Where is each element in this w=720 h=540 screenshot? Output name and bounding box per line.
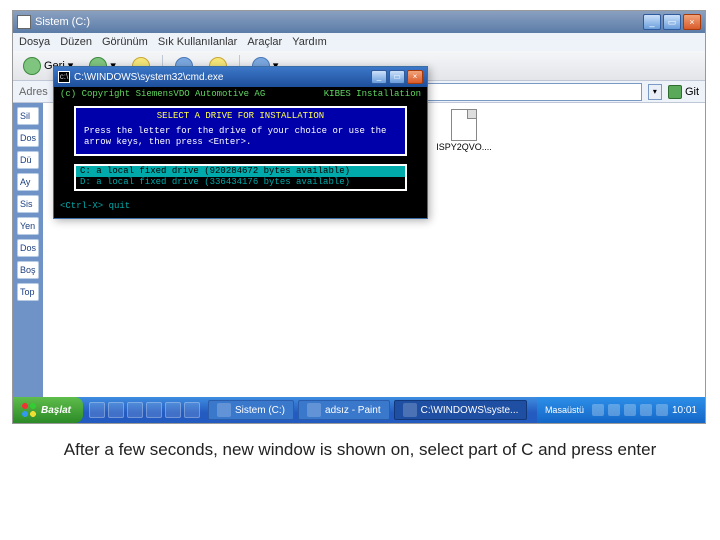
taskbar-task[interactable]: Sistem (C:) [208, 400, 294, 420]
cmd-minimize-button[interactable]: _ [371, 70, 387, 84]
address-label: Adres [19, 86, 48, 98]
go-icon [668, 85, 682, 99]
cmd-copyright: (c) Copyright SiemensVDO Automotive AG [60, 89, 265, 100]
ql-icon[interactable] [184, 402, 200, 418]
close-button[interactable]: × [683, 14, 701, 30]
cmd-window: c:\ C:\WINDOWS\system32\cmd.exe _ ▭ × (c… [53, 66, 428, 219]
xp-screenshot: Sistem (C:) _ ▭ × Dosya Düzen Görünüm Sı… [12, 10, 706, 424]
ql-icon[interactable] [108, 402, 124, 418]
task-item[interactable]: Dos [17, 239, 39, 257]
cmd-footer: <Ctrl-X> quit [56, 201, 425, 216]
slide-caption: After a few seconds, new window is shown… [0, 440, 720, 460]
go-button[interactable]: Git [668, 85, 699, 99]
item-label: ISPY2QVO.... [434, 143, 494, 153]
task-item[interactable]: Top [17, 283, 39, 301]
install-dialog: SELECT A DRIVE FOR INSTALLATION Press th… [74, 106, 407, 156]
tray-icon[interactable] [592, 404, 604, 416]
ql-icon[interactable] [127, 402, 143, 418]
taskbar-task[interactable]: adsız - Paint [298, 400, 390, 420]
back-icon [23, 57, 41, 75]
dialog-title: SELECT A DRIVE FOR INSTALLATION [84, 111, 397, 122]
task-icon [217, 403, 231, 417]
clock[interactable]: 10:01 [672, 405, 697, 416]
ql-icon[interactable] [165, 402, 181, 418]
drive-icon [17, 15, 31, 29]
cmd-title: C:\WINDOWS\system32\cmd.exe [74, 72, 369, 83]
menu-view[interactable]: Görünüm [102, 36, 148, 48]
ql-icon[interactable] [89, 402, 105, 418]
explorer-titlebar: Sistem (C:) _ ▭ × [13, 11, 705, 33]
cmd-brand: KIBES Installation [324, 89, 421, 100]
tray-icon[interactable] [608, 404, 620, 416]
task-icon [403, 403, 417, 417]
address-dropdown[interactable]: ▾ [648, 84, 662, 100]
explorer-title: Sistem (C:) [35, 16, 641, 28]
cmd-titlebar[interactable]: c:\ C:\WINDOWS\system32\cmd.exe _ ▭ × [54, 67, 427, 87]
taskbar: Başlat Sistem (C:)adsız - PaintC:\WINDOW… [13, 397, 705, 423]
dialog-text: Press the letter for the drive of your c… [84, 126, 397, 149]
cmd-icon: c:\ [58, 71, 70, 83]
menu-file[interactable]: Dosya [19, 36, 50, 48]
tray-icon[interactable] [624, 404, 636, 416]
drive-list[interactable]: C: a local fixed drive (920284672 bytes … [74, 164, 407, 191]
quick-launch [83, 402, 206, 418]
tray-icon[interactable] [640, 404, 652, 416]
task-item[interactable]: Sil [17, 107, 39, 125]
task-item[interactable]: Ay [17, 173, 39, 191]
minimize-button[interactable]: _ [643, 14, 661, 30]
task-icon [307, 403, 321, 417]
tray-icon[interactable] [656, 404, 668, 416]
drive-c-selected[interactable]: C: a local fixed drive (920284672 bytes … [76, 166, 405, 177]
start-button[interactable]: Başlat [13, 397, 83, 423]
menu-tools[interactable]: Araçlar [247, 36, 282, 48]
maximize-button[interactable]: ▭ [663, 14, 681, 30]
cmd-body: (c) Copyright SiemensVDO Automotive AG K… [54, 87, 427, 218]
task-item[interactable]: Dos [17, 129, 39, 147]
menu-edit[interactable]: Düzen [60, 36, 92, 48]
drive-d[interactable]: D: a local fixed drive (336434176 bytes … [76, 177, 405, 188]
menu-favorites[interactable]: Sık Kullanılanlar [158, 36, 238, 48]
ql-icon[interactable] [146, 402, 162, 418]
file-icon [451, 109, 477, 141]
task-item[interactable]: Yen [17, 217, 39, 235]
menu-help[interactable]: Yardım [292, 36, 327, 48]
tray-label: Masaüstü [545, 405, 584, 415]
taskbar-task[interactable]: C:\WINDOWS\syste... [394, 400, 528, 420]
cmd-maximize-button[interactable]: ▭ [389, 70, 405, 84]
system-tray[interactable]: Masaüstü 10:01 [537, 397, 705, 423]
cmd-close-button[interactable]: × [407, 70, 423, 84]
task-item[interactable]: Dü [17, 151, 39, 169]
task-item[interactable]: Boş [17, 261, 39, 279]
windows-logo-icon [21, 402, 37, 418]
task-pane: Sil Dos Dü Ay Sis Yen Dos Boş Top [13, 103, 43, 405]
file-item[interactable]: ISPY2QVO.... [437, 109, 491, 213]
task-item[interactable]: Sis [17, 195, 39, 213]
menubar: Dosya Düzen Görünüm Sık Kullanılanlar Ar… [13, 33, 705, 51]
